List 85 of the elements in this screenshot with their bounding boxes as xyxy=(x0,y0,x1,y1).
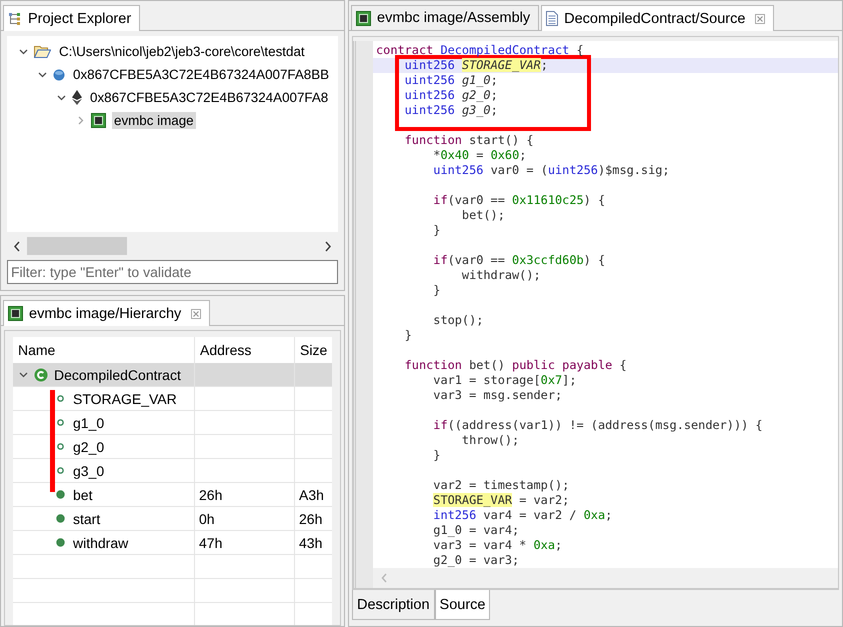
code-line: *0x40 = 0x60; xyxy=(432,148,526,162)
code-line: uint256 g2_0; xyxy=(404,88,498,102)
hollow-dot-icon xyxy=(56,467,64,474)
circle-icon xyxy=(53,68,65,80)
code-line: } xyxy=(432,223,440,237)
bottom-tab[interactable]: Description xyxy=(352,590,435,620)
dot-icon xyxy=(56,538,64,547)
class-icon xyxy=(34,368,48,382)
tree-item[interactable]: 0x867CFBE5A3C72E4B67324A007FA8 xyxy=(88,89,330,106)
address-cell: 0h xyxy=(199,510,215,526)
name-cell: start xyxy=(73,510,100,526)
code-line: var3 = var4 * 0xa; xyxy=(432,538,562,552)
size-cell: A3h xyxy=(299,486,324,502)
filter-field[interactable]: Filter: type "Enter" to validate xyxy=(7,260,338,284)
tree-item[interactable]: evmbc image xyxy=(112,112,196,129)
tree-item[interactable]: 0x867CFBE5A3C72E4B67324A007FA8BB xyxy=(71,66,332,83)
code-line: uint256 STORAGE_VAR; xyxy=(404,58,548,72)
size-cell: 26h xyxy=(299,510,322,526)
code-line: if(var0 == 0x11610c25) { xyxy=(432,193,606,207)
name-cell: g2_0 xyxy=(73,438,104,454)
name-cell: STORAGE_VAR xyxy=(73,390,177,406)
name-cell: g3_0 xyxy=(73,462,104,478)
hollow-dot-icon xyxy=(56,443,64,450)
chip-icon xyxy=(91,113,106,128)
code-line: } xyxy=(432,448,440,462)
code-line: if(var0 == 0x3ccfd60b) { xyxy=(432,253,606,267)
close-icon[interactable] xyxy=(755,14,766,24)
chip-icon xyxy=(356,10,371,26)
table-row[interactable]: DecompiledContract xyxy=(13,363,332,387)
code-line: } xyxy=(432,283,440,297)
code-line: var2 = timestamp(); xyxy=(432,478,570,492)
size-cell: 43h xyxy=(299,534,322,550)
editor-tab[interactable]: DecompiledContract/Source xyxy=(541,5,774,31)
code-line: bet(); xyxy=(460,208,505,222)
chevron-down-icon[interactable] xyxy=(38,70,47,79)
table-row[interactable]: start 0h 26h xyxy=(13,507,332,531)
code-line: var1 = storage[0x7]; xyxy=(432,373,576,387)
code-line: function bet() public payable { xyxy=(404,358,627,372)
chevron-down-icon[interactable] xyxy=(19,370,28,379)
code-line: STORAGE_VAR = var2; xyxy=(432,493,570,507)
name-cell: DecompiledContract xyxy=(54,366,181,382)
scrollbar-thumb[interactable] xyxy=(27,237,127,255)
name-cell: g1_0 xyxy=(73,414,104,430)
diamond-icon xyxy=(72,90,82,105)
code-line: uint256 var0 = (uint256)$msg.sig; xyxy=(432,163,670,177)
code-line: } xyxy=(404,328,412,342)
code-line: if((address(var1)) != (address(msg.sender))) { xyxy=(432,418,763,432)
code-line: stop(); xyxy=(432,313,484,327)
name-cell: withdraw xyxy=(73,534,128,550)
hollow-dot-icon xyxy=(56,419,64,426)
code-line: withdraw(); xyxy=(460,268,541,282)
code-line: uint256 g3_0; xyxy=(404,103,498,117)
code-line: g2_0 = var3; xyxy=(432,553,520,567)
hollow-dot-icon xyxy=(56,395,64,402)
editor-tab[interactable]: evmbc image/Assembly xyxy=(351,5,540,30)
close-icon[interactable] xyxy=(191,308,202,318)
dot-icon xyxy=(56,490,64,499)
chevron-down-icon[interactable] xyxy=(19,47,28,56)
code-line: uint256 g1_0; xyxy=(404,73,498,87)
scroll-left-icon[interactable] xyxy=(13,240,21,252)
column-header[interactable]: Size xyxy=(300,342,328,358)
code-line: int256 var4 = var2 / 0xa; xyxy=(432,508,612,522)
chip-icon xyxy=(8,306,23,321)
code-line: var3 = msg.sender; xyxy=(432,388,562,402)
address-cell: 26h xyxy=(199,486,222,502)
address-cell: 47h xyxy=(199,534,222,550)
chevron-right-icon[interactable] xyxy=(76,116,85,125)
tree-item[interactable]: C:\Users\nicol\jeb2\jeb3-core\core\testdat xyxy=(57,43,307,60)
column-header[interactable]: Address xyxy=(200,342,252,358)
scroll-right-icon[interactable] xyxy=(324,240,332,252)
tree-structure-icon xyxy=(8,12,22,26)
code-line: g1_0 = var4; xyxy=(432,523,520,537)
bottom-tab[interactable]: Source xyxy=(434,590,490,620)
document-icon xyxy=(546,11,558,26)
code-line: contract DecompiledContract { xyxy=(376,43,584,57)
panel-tab[interactable]: evmbc image/Hierarchy xyxy=(3,300,210,326)
code-line: function start() { xyxy=(404,133,534,147)
table-row[interactable]: withdraw 47h 43h xyxy=(13,531,332,555)
code-line: throw(); xyxy=(460,433,520,447)
column-header[interactable]: Name xyxy=(18,342,56,358)
folder-icon xyxy=(34,45,51,58)
name-cell: bet xyxy=(73,486,92,502)
chevron-down-icon[interactable] xyxy=(57,93,66,102)
panel-tab[interactable]: Project Explorer xyxy=(3,5,140,31)
dot-icon xyxy=(56,514,64,523)
